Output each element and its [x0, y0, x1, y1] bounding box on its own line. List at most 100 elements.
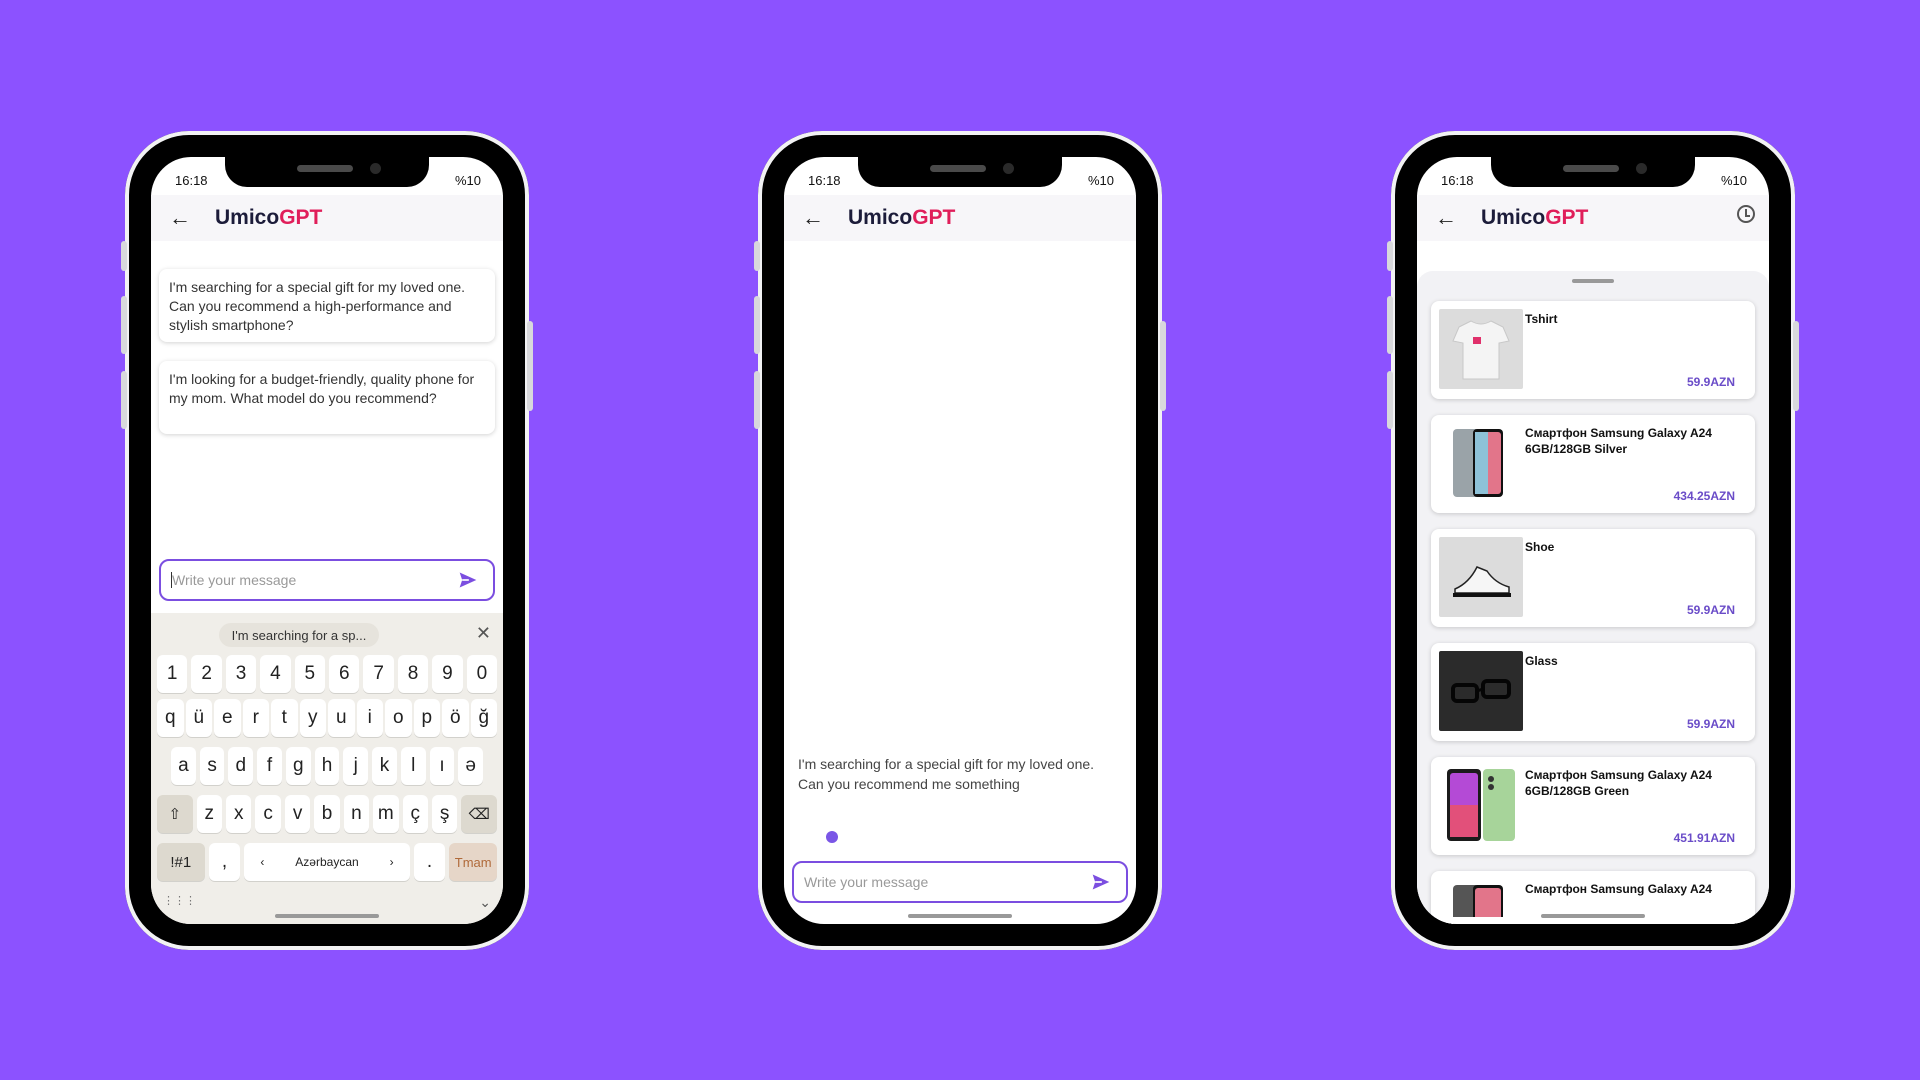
back-arrow-icon[interactable]: ←	[798, 203, 828, 233]
phone-silver-image	[1439, 423, 1523, 503]
key[interactable]: h	[314, 747, 340, 785]
key[interactable]: y	[299, 699, 326, 737]
key[interactable]: u	[328, 699, 355, 737]
key[interactable]: g	[285, 747, 311, 785]
phone-green-image	[1439, 765, 1523, 845]
product-card[interactable]: Glass 59.9AZN	[1431, 643, 1755, 741]
home-indicator	[1541, 914, 1645, 918]
key[interactable]: f	[257, 747, 282, 785]
space-key[interactable]: ‹ Azərbaycan ›	[244, 843, 410, 881]
message-input[interactable]: Write your message	[159, 559, 495, 601]
key[interactable]: 7	[363, 655, 394, 693]
phone-mockup-2: 16:18 %10 ← UmicoGPT I'm searching for a…	[754, 131, 1166, 950]
key[interactable]: q	[157, 699, 184, 737]
key[interactable]: 2	[191, 655, 222, 693]
message-input-placeholder: Write your message	[172, 572, 297, 588]
key[interactable]: b	[314, 795, 340, 833]
close-icon[interactable]: ✕	[476, 623, 491, 644]
key[interactable]: 3	[225, 655, 257, 693]
product-price: 434.25AZN	[1673, 489, 1735, 503]
key[interactable]: 0	[466, 655, 498, 693]
chevron-down-icon[interactable]: ⌄	[479, 894, 491, 911]
key[interactable]: ə	[458, 747, 484, 785]
key[interactable]: r	[242, 699, 269, 737]
key[interactable]: x	[226, 795, 252, 833]
key[interactable]: z	[196, 795, 223, 833]
key[interactable]: 5	[294, 655, 326, 693]
key[interactable]: j	[343, 747, 369, 785]
app-bar: ← UmicoGPT	[1417, 195, 1769, 241]
keyboard-suggestion-chip[interactable]: I'm searching for a sp...	[219, 623, 379, 647]
key[interactable]: ü	[185, 699, 212, 737]
key[interactable]: s	[199, 747, 225, 785]
product-card[interactable]: Смартфон Samsung Galaxy A24 6GB/128GB Si…	[1431, 415, 1755, 513]
home-indicator	[908, 914, 1012, 918]
status-time: 16:18	[175, 173, 208, 188]
tshirt-image	[1439, 309, 1523, 389]
done-key[interactable]: Tmam	[449, 843, 497, 881]
key[interactable]: i	[356, 699, 383, 737]
phone-mockup-1: 16:18 %10 ← UmicoGPT I'm searching for a…	[121, 131, 533, 950]
app-bar: ← UmicoGPT	[784, 195, 1136, 241]
send-icon[interactable]	[1084, 865, 1118, 899]
product-name: Tshirt	[1525, 312, 1558, 326]
key[interactable]: 8	[397, 655, 429, 693]
back-arrow-icon[interactable]: ←	[1431, 203, 1461, 233]
notch	[225, 157, 429, 187]
user-message: I'm searching for a special gift for my …	[798, 756, 1095, 792]
key[interactable]: k	[372, 747, 397, 785]
status-time: 16:18	[1441, 173, 1474, 188]
sheet-handle[interactable]	[1572, 279, 1614, 283]
backspace-icon[interactable]: ⌫	[461, 795, 497, 833]
suggestion-card[interactable]: I'm looking for a budget-friendly, quali…	[159, 361, 495, 434]
product-name: Смартфон Samsung Galaxy A24 6GB/128GB Gr…	[1525, 768, 1712, 798]
shift-icon[interactable]: ⇧	[157, 795, 193, 833]
key[interactable]: ö	[442, 699, 469, 737]
battery-level: %10	[1720, 173, 1747, 188]
app-title: UmicoGPT	[848, 206, 956, 229]
key[interactable]: m	[373, 795, 399, 833]
product-name: Glass	[1525, 654, 1558, 668]
glasses-image	[1439, 651, 1523, 731]
key[interactable]: p	[413, 699, 440, 737]
key[interactable]: ş	[431, 795, 458, 833]
key[interactable]: 4	[260, 655, 291, 693]
key[interactable]: 6	[329, 655, 360, 693]
keyboard-grid-icon[interactable]: ⋮⋮⋮	[163, 894, 196, 907]
history-icon[interactable]	[1737, 205, 1755, 223]
message-input[interactable]: Write your message	[792, 861, 1128, 903]
product-card[interactable]: Shoe 59.9AZN	[1431, 529, 1755, 627]
key[interactable]: l	[400, 747, 426, 785]
space-key-label: Azərbaycan	[295, 855, 359, 869]
key[interactable]: ı	[429, 747, 455, 785]
product-card[interactable]: Tshirt 59.9AZN	[1431, 301, 1755, 399]
app-bar: ← UmicoGPT	[151, 195, 503, 241]
key[interactable]: ç	[402, 795, 428, 833]
send-icon[interactable]	[451, 563, 485, 597]
product-name: Смартфон Samsung Galaxy A24 6GB/128GB Si…	[1525, 426, 1712, 456]
back-arrow-icon[interactable]: ←	[165, 203, 195, 233]
key[interactable]: v	[284, 795, 311, 833]
key[interactable]: 9	[432, 655, 463, 693]
product-price: 451.91AZN	[1673, 831, 1735, 845]
symbols-key[interactable]: !#1	[157, 843, 205, 881]
notch	[858, 157, 1062, 187]
typing-indicator	[826, 831, 838, 843]
key[interactable]: ğ	[470, 699, 497, 737]
key[interactable]: t	[271, 699, 298, 737]
product-card[interactable]: Смартфон Samsung Galaxy A24 6GB/128GB Gr…	[1431, 757, 1755, 855]
key[interactable]: e	[214, 699, 241, 737]
key[interactable]: n	[343, 795, 370, 833]
status-time: 16:18	[808, 173, 841, 188]
products-sheet: Tshirt 59.9AZN Смартфон Samsung Galaxy A…	[1417, 271, 1769, 924]
key[interactable]: a	[171, 747, 196, 785]
key[interactable]: d	[228, 747, 254, 785]
period-key[interactable]: .	[413, 843, 446, 881]
comma-key[interactable]: ,	[208, 843, 241, 881]
key[interactable]: 1	[157, 655, 188, 693]
key[interactable]: o	[385, 699, 412, 737]
key[interactable]: c	[255, 795, 281, 833]
product-name: Shoe	[1525, 540, 1555, 554]
suggestion-card[interactable]: I'm searching for a special gift for my …	[159, 269, 495, 342]
onscreen-keyboard: I'm searching for a sp... ✕ 1 2 3 4 5 6 …	[151, 613, 503, 924]
